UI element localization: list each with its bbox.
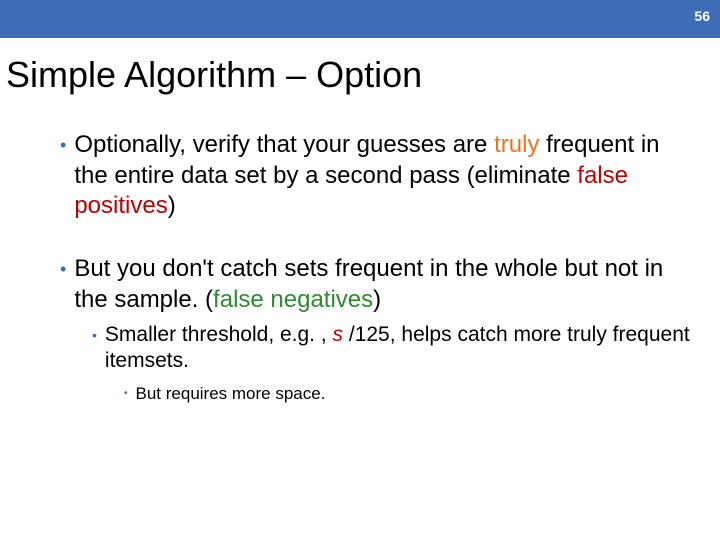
b2-close: ) [373, 286, 381, 313]
bullet-icon: • [60, 130, 74, 160]
bullet-2: • But you don't catch sets frequent in t… [60, 254, 690, 315]
bullet-icon: • [124, 383, 136, 405]
sub1-pre: Smaller threshold, e.g. , [105, 323, 333, 346]
slide-number: 56 [694, 8, 710, 24]
sub-bullet-1: • Smaller threshold, e.g. , s /125, help… [92, 322, 690, 376]
b1-truly: truly [494, 131, 539, 158]
bullet-2-text: But you don't catch sets frequent in the… [74, 254, 690, 315]
bullet-1: • Optionally, verify that your guesses a… [60, 130, 690, 222]
slide: 56 Simple Algorithm – Option • Optionall… [0, 0, 720, 540]
sub-bullet-2-text: But requires more space. [136, 383, 690, 405]
bullet-1-text: Optionally, verify that your guesses are… [74, 130, 690, 222]
sub1-s: s [333, 323, 349, 346]
spacer [60, 222, 690, 254]
slide-content: • Optionally, verify that your guesses a… [60, 130, 690, 405]
sub-bullet-1-text: Smaller threshold, e.g. , s /125, helps … [105, 322, 690, 376]
bullet-icon: • [60, 254, 74, 284]
b1-close: ) [168, 192, 176, 219]
sub-bullet-2: • But requires more space. [124, 383, 690, 405]
header-bar: 56 [0, 0, 720, 38]
b2-false-negatives: false negatives [213, 286, 373, 313]
b1-pre: Optionally, verify that your guesses are [74, 131, 494, 158]
slide-title: Simple Algorithm – Option [6, 54, 422, 96]
bullet-icon: • [92, 322, 105, 348]
